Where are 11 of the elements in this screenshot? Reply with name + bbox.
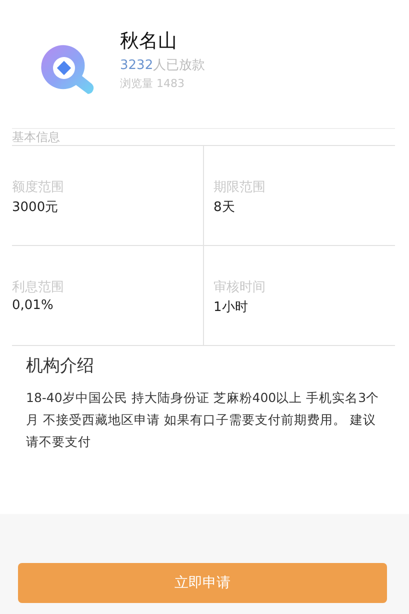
info-value: 1小时 — [214, 299, 249, 316]
intro-text: 18-40岁中国公民 持大陆身份证 芝麻粉400以上 手机实名3个月 不接受西藏地区申请 如果有口子需要支付前期费用。 建议请不要支付 — [26, 389, 380, 451]
info-value: 0,01% — [12, 298, 54, 313]
info-value: 8天 — [214, 199, 236, 216]
lender-name: 秋名山 — [120, 29, 178, 54]
section-title: 基本信息 — [12, 129, 395, 146]
loans-count: 3232人已放款 — [120, 57, 206, 74]
info-value: 3000元 — [12, 199, 60, 216]
view-count: 浏览量 1483 — [120, 76, 186, 91]
section-title: 机构介绍 — [26, 355, 95, 377]
apply-button[interactable]: 立即申请 — [18, 563, 387, 603]
